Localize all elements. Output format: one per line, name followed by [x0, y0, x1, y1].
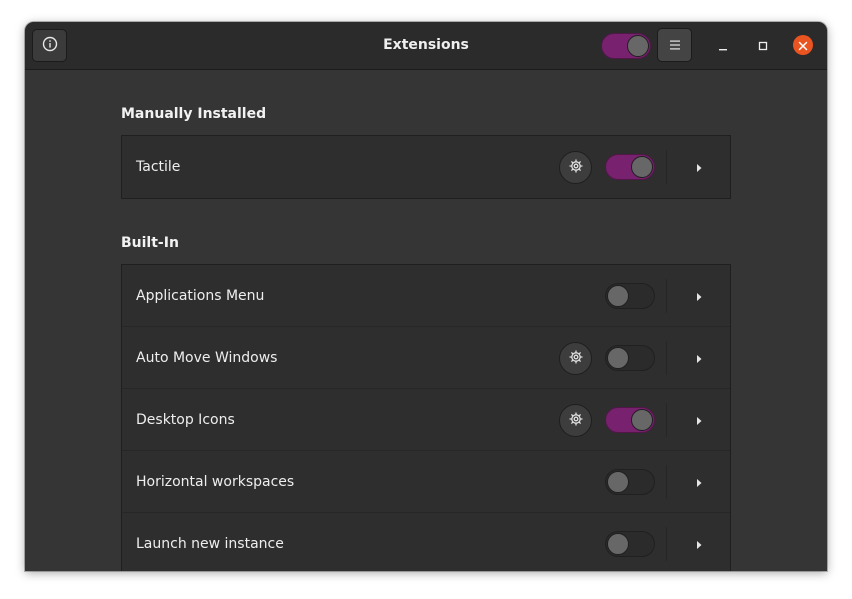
expand-button[interactable] — [692, 537, 706, 551]
expand-button[interactable] — [692, 160, 706, 174]
extensions-content: Manually Installed Tactile Built-In Appl… — [25, 70, 827, 571]
hamburger-menu-icon — [668, 36, 682, 55]
extension-name: Tactile — [136, 159, 181, 175]
switch-knob — [607, 285, 629, 307]
extension-row-horizontal-workspaces: Horizontal workspaces — [122, 451, 730, 513]
headerbar: Extensions — [25, 22, 827, 70]
divider — [666, 341, 667, 375]
divider — [666, 527, 667, 561]
extension-row-launch-new-instance: Launch new instance — [122, 513, 730, 571]
global-extensions-switch[interactable] — [601, 33, 651, 59]
close-icon — [798, 36, 808, 55]
extension-row-applications-menu: Applications Menu — [122, 265, 730, 327]
chevron-right-icon — [695, 411, 703, 430]
divider — [666, 279, 667, 313]
expand-button[interactable] — [692, 289, 706, 303]
built-in-list: Applications Menu Auto Move Windows Desk… — [121, 264, 731, 571]
switch-knob — [631, 409, 653, 431]
extension-name: Applications Menu — [136, 288, 265, 304]
divider — [666, 150, 667, 184]
expand-button[interactable] — [692, 475, 706, 489]
settings-button[interactable] — [559, 342, 592, 375]
chevron-right-icon — [695, 535, 703, 554]
extension-row-desktop-icons: Desktop Icons — [122, 389, 730, 451]
extensions-window: Extensions Manually Installed Tactile Bu… — [25, 22, 827, 571]
minimize-icon — [717, 37, 729, 56]
gear-icon — [568, 158, 584, 178]
maximize-button[interactable] — [753, 36, 773, 56]
maximize-icon — [757, 37, 769, 56]
chevron-right-icon — [695, 287, 703, 306]
extension-name: Launch new instance — [136, 536, 284, 552]
main-menu-button[interactable] — [657, 28, 692, 62]
extension-name: Auto Move Windows — [136, 350, 278, 366]
extension-row-tactile: Tactile — [122, 136, 730, 198]
extension-row-auto-move-windows: Auto Move Windows — [122, 327, 730, 389]
extension-toggle[interactable] — [605, 345, 655, 371]
extension-toggle[interactable] — [605, 407, 655, 433]
chevron-right-icon — [695, 158, 703, 177]
expand-button[interactable] — [692, 413, 706, 427]
switch-knob — [607, 533, 629, 555]
switch-knob — [631, 156, 653, 178]
manually-installed-list: Tactile — [121, 135, 731, 199]
settings-button[interactable] — [559, 151, 592, 184]
extension-toggle[interactable] — [605, 469, 655, 495]
manually-installed-heading: Manually Installed — [121, 106, 267, 122]
minimize-button[interactable] — [713, 36, 733, 56]
chevron-right-icon — [695, 473, 703, 492]
divider — [666, 465, 667, 499]
extension-toggle[interactable] — [605, 154, 655, 180]
switch-knob — [607, 471, 629, 493]
built-in-heading: Built-In — [121, 235, 179, 251]
chevron-right-icon — [695, 349, 703, 368]
close-button[interactable] — [793, 35, 813, 55]
expand-button[interactable] — [692, 351, 706, 365]
gear-icon — [568, 349, 584, 369]
window-title: Extensions — [383, 37, 469, 53]
switch-knob — [607, 347, 629, 369]
extension-name: Desktop Icons — [136, 412, 235, 428]
settings-button[interactable] — [559, 404, 592, 437]
extension-name: Horizontal workspaces — [136, 474, 295, 490]
extension-toggle[interactable] — [605, 531, 655, 557]
switch-knob — [627, 35, 649, 57]
extension-toggle[interactable] — [605, 283, 655, 309]
divider — [666, 403, 667, 437]
gear-icon — [568, 411, 584, 431]
